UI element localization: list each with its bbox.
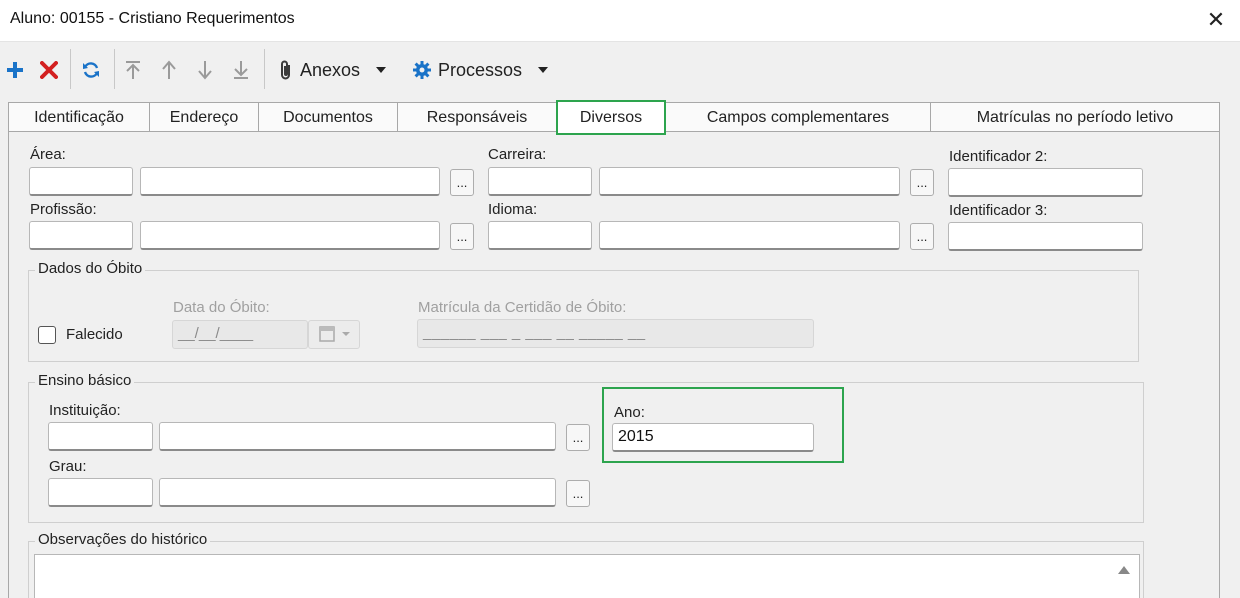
- tab-responsaveis[interactable]: Responsáveis: [397, 102, 557, 132]
- area-lookup-button[interactable]: ...: [450, 169, 474, 196]
- carreira-lookup-button[interactable]: ...: [910, 169, 934, 196]
- falecido-checkbox[interactable]: [38, 326, 56, 344]
- arrow-last-icon[interactable]: [230, 57, 252, 83]
- toolbar-separator: [264, 49, 265, 89]
- calendar-dropdown-button[interactable]: [308, 320, 360, 349]
- arrow-down-icon[interactable]: [194, 57, 216, 83]
- anexos-menu-button[interactable]: Anexos: [278, 57, 400, 83]
- window-title: Aluno: 00155 - Cristiano Requerimentos: [10, 10, 295, 27]
- observacoes-textarea[interactable]: [34, 554, 1140, 598]
- instituicao-code-input[interactable]: [48, 422, 153, 451]
- grau-label: Grau:: [49, 458, 87, 475]
- tab-campos-complementares[interactable]: Campos complementares: [665, 102, 931, 132]
- toolbar-separator: [114, 49, 115, 89]
- carreira-label: Carreira:: [488, 146, 547, 163]
- gear-icon: [413, 61, 431, 79]
- paperclip-icon: [281, 60, 290, 80]
- idioma-label: Idioma:: [488, 201, 538, 218]
- identificador3-input[interactable]: [948, 222, 1143, 251]
- identificador3-label: Identificador 3:: [949, 202, 1048, 219]
- plus-icon[interactable]: [4, 57, 26, 83]
- profissao-lookup-button[interactable]: ...: [450, 223, 474, 250]
- close-icon[interactable]: ✕: [1200, 4, 1232, 36]
- tab-documentos[interactable]: Documentos: [258, 102, 398, 132]
- grau-description-input[interactable]: [159, 478, 556, 507]
- matricula-certidao-input[interactable]: ______ ___ _ ___ __ _____ __: [417, 319, 814, 348]
- grau-lookup-button[interactable]: ...: [566, 480, 590, 507]
- ensino-basico-legend: Ensino básico: [35, 372, 135, 389]
- tab-strip: Identificação Endereço Documentos Respon…: [8, 100, 1220, 135]
- chevron-down-icon: [376, 67, 387, 73]
- identificador2-input[interactable]: [948, 168, 1143, 197]
- toolbar-separator: [70, 49, 71, 89]
- carreira-description-input[interactable]: [599, 167, 900, 196]
- tab-identificacao[interactable]: Identificação: [8, 102, 150, 132]
- idioma-lookup-button[interactable]: ...: [910, 223, 934, 250]
- data-obito-input[interactable]: __/__/____: [172, 320, 308, 349]
- anexos-label: Anexos: [300, 59, 361, 80]
- area-code-input[interactable]: [29, 167, 133, 196]
- refresh-icon[interactable]: [80, 57, 102, 83]
- arrow-first-icon[interactable]: [122, 57, 144, 83]
- profissao-description-input[interactable]: [140, 221, 440, 250]
- identificador2-label: Identificador 2:: [949, 148, 1048, 165]
- chevron-down-icon: [538, 67, 549, 73]
- idioma-code-input[interactable]: [488, 221, 592, 250]
- ano-label: Ano:: [614, 404, 645, 421]
- tab-diversos[interactable]: Diversos: [556, 100, 666, 135]
- scroll-up-icon[interactable]: [1118, 566, 1130, 574]
- obito-group-legend: Dados do Óbito: [35, 260, 146, 277]
- tab-endereco[interactable]: Endereço: [149, 102, 259, 132]
- carreira-code-input[interactable]: [488, 167, 592, 196]
- grau-code-input[interactable]: [48, 478, 153, 507]
- data-obito-label: Data do Óbito:: [173, 299, 270, 316]
- title-bar: Aluno: 00155 - Cristiano Requerimentos ✕: [0, 0, 1240, 42]
- profissao-code-input[interactable]: [29, 221, 133, 250]
- tab-matriculas-periodo[interactable]: Matrículas no período letivo: [930, 102, 1220, 132]
- toolbar: Anexos Processos: [0, 43, 1240, 97]
- area-label: Área:: [30, 146, 66, 163]
- idioma-description-input[interactable]: [599, 221, 900, 250]
- calendar-icon: [319, 326, 350, 342]
- x-icon[interactable]: [38, 57, 60, 83]
- instituicao-label: Instituição:: [49, 402, 121, 419]
- instituicao-lookup-button[interactable]: ...: [566, 424, 590, 451]
- falecido-label: Falecido: [66, 326, 123, 343]
- ano-input[interactable]: 2015: [612, 423, 814, 452]
- area-description-input[interactable]: [140, 167, 440, 196]
- observacoes-legend: Observações do histórico: [35, 531, 211, 548]
- arrow-up-icon[interactable]: [158, 57, 180, 83]
- processos-label: Processos: [438, 59, 523, 80]
- matricula-certidao-label: Matrícula da Certidão de Óbito:: [418, 299, 627, 316]
- profissao-label: Profissão:: [30, 201, 97, 218]
- instituicao-description-input[interactable]: [159, 422, 556, 451]
- processos-menu-button[interactable]: Processos: [412, 57, 560, 83]
